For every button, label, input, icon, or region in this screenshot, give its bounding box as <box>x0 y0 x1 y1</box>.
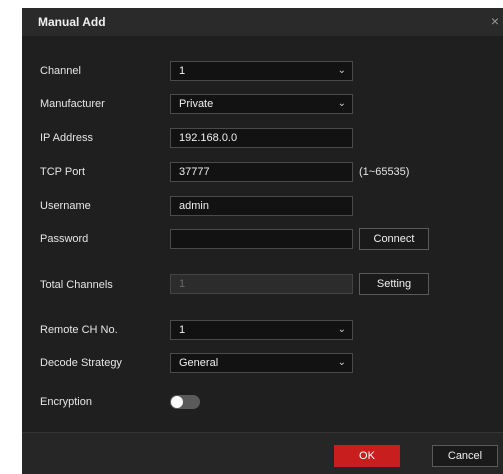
password-label: Password <box>40 233 89 245</box>
close-icon[interactable]: × <box>487 12 503 30</box>
remote-ch-no-label: Remote CH No. <box>40 324 118 336</box>
cancel-button[interactable]: Cancel <box>432 445 498 467</box>
chevron-down-icon: ⌄ <box>337 65 346 76</box>
remote-ch-no-select[interactable]: 1 ⌄ <box>170 320 353 340</box>
decode-strategy-label: Decode Strategy <box>40 357 122 369</box>
chevron-down-icon: ⌄ <box>337 357 346 368</box>
dialog-footer: OK Cancel <box>22 432 503 474</box>
manufacturer-select[interactable]: Private ⌄ <box>170 94 353 114</box>
chevron-down-icon: ⌄ <box>337 98 346 109</box>
channel-label: Channel <box>40 65 81 77</box>
ip-address-label: IP Address <box>40 132 93 144</box>
encryption-label: Encryption <box>40 396 92 408</box>
chevron-down-icon: ⌄ <box>337 324 346 335</box>
remote-ch-no-value: 1 <box>179 324 186 336</box>
username-input[interactable]: admin <box>170 196 353 216</box>
channel-value: 1 <box>179 65 186 77</box>
manufacturer-value: Private <box>179 98 214 110</box>
encryption-toggle[interactable] <box>170 395 200 409</box>
dialog-titlebar: Manual Add <box>22 8 503 36</box>
channel-select[interactable]: 1 ⌄ <box>170 61 353 81</box>
password-input[interactable] <box>170 229 353 249</box>
tcp-port-range-hint: (1~65535) <box>359 166 410 178</box>
decode-strategy-select[interactable]: General ⌄ <box>170 353 353 373</box>
total-channels-label: Total Channels <box>40 279 113 291</box>
username-label: Username <box>40 200 91 212</box>
dialog-title: Manual Add <box>38 15 106 29</box>
toggle-knob <box>171 396 183 408</box>
total-channels-input: 1 <box>170 274 353 294</box>
setting-button[interactable]: Setting <box>359 273 429 295</box>
tcp-port-input[interactable]: 37777 <box>170 162 353 182</box>
manual-add-dialog: Manual Add × Channel 1 ⌄ Manufacturer Pr… <box>22 8 503 474</box>
tcp-port-label: TCP Port <box>40 166 86 178</box>
ip-address-input[interactable]: 192.168.0.0 <box>170 128 353 148</box>
decode-strategy-value: General <box>179 357 219 369</box>
connect-button[interactable]: Connect <box>359 228 429 250</box>
ok-button[interactable]: OK <box>334 445 400 467</box>
manufacturer-label: Manufacturer <box>40 98 105 110</box>
